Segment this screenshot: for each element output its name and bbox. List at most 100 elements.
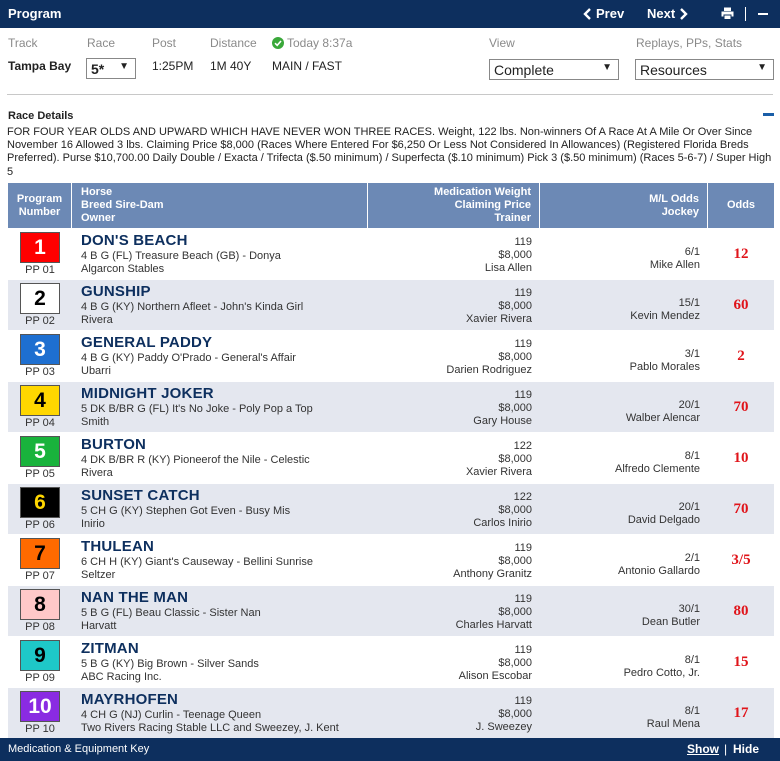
column-medication-line2: Claiming Price xyxy=(454,199,531,211)
program-number-cell: 6 PP 06 xyxy=(8,484,72,535)
chevron-left-icon xyxy=(583,7,591,20)
owner: Inirio xyxy=(81,518,105,530)
post-position: PP 06 xyxy=(25,519,55,531)
column-horse-line2: Breed Sire-Dam xyxy=(81,199,164,211)
horse-name[interactable]: ZITMAN xyxy=(81,640,139,657)
claiming-price: $8,000 xyxy=(498,300,532,312)
distance-label: Distance xyxy=(210,36,257,50)
horse-name[interactable]: MIDNIGHT JOKER xyxy=(81,385,214,402)
owner: Rivera xyxy=(81,314,113,326)
table-row[interactable]: 7 PP 07 THULEAN 6 CH H (KY) Giant's Causewa… xyxy=(8,534,774,585)
show-link[interactable]: Show xyxy=(687,742,719,756)
live-odds: 70 xyxy=(733,501,749,517)
claiming-price: $8,000 xyxy=(498,249,532,261)
post-position: PP 08 xyxy=(25,621,55,633)
track-value: Tampa Bay xyxy=(8,59,72,73)
trainer: Lisa Allen xyxy=(484,262,532,274)
table-row[interactable]: 8 PP 08 NAN THE MAN 5 B G (FL) Beau Classic… xyxy=(8,585,774,636)
print-icon[interactable] xyxy=(721,7,734,20)
trainer: Charles Harvatt xyxy=(455,619,532,631)
breed-sire-dam: 4 B G (KY) Paddy O'Prado - General's Aff… xyxy=(81,352,296,364)
race-status: Today 8:37a xyxy=(272,36,352,50)
program-number-cell: 10 PP 10 xyxy=(8,688,72,739)
column-program-line1: Program xyxy=(16,193,63,205)
weight: 119 xyxy=(514,236,532,248)
race-conditions: FOR FOUR YEAR OLDS AND UPWARD WHICH HAVE… xyxy=(7,126,772,178)
column-ml-line2: Jockey xyxy=(661,206,699,218)
trainer: Alison Escobar xyxy=(458,670,532,682)
caret-down-icon: ▼ xyxy=(119,61,129,72)
horse-name[interactable]: GUNSHIP xyxy=(81,283,151,300)
view-select[interactable]: Complete ▼ xyxy=(489,59,619,80)
horse-name[interactable]: GENERAL PADDY xyxy=(81,334,212,351)
view-select-value: Complete xyxy=(494,62,554,78)
column-medication: Medication Weight Claiming Price Trainer xyxy=(368,183,540,228)
program-number-badge: 5 xyxy=(20,436,60,467)
program-number-cell: 7 PP 07 xyxy=(8,535,72,586)
race-select-value: 5* xyxy=(91,61,105,77)
live-odds: 10 xyxy=(733,450,749,466)
breed-sire-dam: 5 B G (KY) Big Brown - Silver Sands xyxy=(81,658,259,670)
prev-label: Prev xyxy=(596,6,625,21)
caret-down-icon: ▼ xyxy=(602,62,612,73)
program-number-cell: 4 PP 04 xyxy=(8,382,72,433)
entries-table-header: Program Number Horse Breed Sire-Dam Owne… xyxy=(8,183,774,228)
table-row[interactable]: 5 PP 05 BURTON 4 DK B/BR R (KY) Pioneerof t… xyxy=(8,432,774,483)
program-number-badge: 8 xyxy=(20,589,60,620)
distance-value: 1M 40Y xyxy=(210,59,252,73)
weight: 119 xyxy=(514,542,532,554)
horse-name[interactable]: THULEAN xyxy=(81,538,154,555)
jockey: Alfredo Clemente xyxy=(615,463,700,475)
morning-line-odds: 6/1 xyxy=(684,246,700,258)
table-row[interactable]: 9 PP 09 ZITMAN 5 B G (KY) Big Brown - Silve… xyxy=(8,636,774,687)
owner: Algarcon Stables xyxy=(81,263,165,275)
post-position: PP 05 xyxy=(25,468,55,480)
program-number-cell: 9 PP 09 xyxy=(8,637,72,688)
collapse-icon[interactable] xyxy=(763,113,774,116)
table-row[interactable]: 2 PP 02 GUNSHIP 4 B G (KY) Northern Afleet … xyxy=(8,279,774,330)
prev-button[interactable]: Prev xyxy=(583,6,624,21)
post-label: Post xyxy=(152,36,177,50)
breed-sire-dam: 5 B G (FL) Beau Classic - Sister Nan xyxy=(81,607,261,619)
program-number-badge: 4 xyxy=(20,385,60,416)
footer-separator: | xyxy=(724,742,728,756)
table-row[interactable]: 3 PP 03 GENERAL PADDY 4 B G (KY) Paddy O'Pr… xyxy=(8,330,774,381)
minimize-icon[interactable] xyxy=(758,13,768,15)
breed-sire-dam: 4 CH G (NJ) Curlin - Teenage Queen xyxy=(81,709,262,721)
jockey: Pablo Morales xyxy=(629,361,700,373)
table-row[interactable]: 6 PP 06 SUNSET CATCH 5 CH G (KY) Stephen Go… xyxy=(8,483,774,534)
program-number-badge: 6 xyxy=(20,487,60,518)
horse-name[interactable]: SUNSET CATCH xyxy=(81,487,200,504)
trainer: Gary House xyxy=(473,415,532,427)
trainer: Anthony Granitz xyxy=(453,568,532,580)
owner: Ubarri xyxy=(81,365,111,377)
program-number-cell: 8 PP 08 xyxy=(8,586,72,637)
weight: 119 xyxy=(514,593,532,605)
horse-name[interactable]: BURTON xyxy=(81,436,146,453)
owner: Two Rivers Racing Stable LLC and Sweezey… xyxy=(81,722,339,734)
claiming-price: $8,000 xyxy=(498,708,532,720)
resources-select[interactable]: Resources ▼ xyxy=(635,59,774,80)
post-value: 1:25PM xyxy=(152,59,194,73)
weight: 119 xyxy=(514,389,532,401)
next-button[interactable]: Next xyxy=(647,6,688,21)
jockey: David Delgado xyxy=(627,514,700,526)
table-row[interactable]: 10 PP 10 MAYRHOFEN 4 CH G (NJ) Curlin - Tee… xyxy=(8,687,774,738)
surface-value: MAIN / FAST xyxy=(272,59,343,73)
table-row[interactable]: 1 PP 01 DON'S BEACH 4 B G (FL) Treasure Bea… xyxy=(8,228,774,279)
horse-name[interactable]: NAN THE MAN xyxy=(81,589,188,606)
morning-line-odds: 20/1 xyxy=(678,399,700,411)
horse-name[interactable]: MAYRHOFEN xyxy=(81,691,178,708)
owner: Rivera xyxy=(81,467,113,479)
race-status-text: Today 8:37a xyxy=(287,36,353,50)
top-bar: Program Prev Next xyxy=(0,0,780,28)
table-row[interactable]: 4 PP 04 MIDNIGHT JOKER 5 DK B/BR G (FL) It'… xyxy=(8,381,774,432)
live-odds: 80 xyxy=(733,603,749,619)
program-number-badge: 1 xyxy=(20,232,60,263)
race-select[interactable]: 5* ▼ xyxy=(86,58,136,79)
hide-link[interactable]: Hide xyxy=(733,742,759,756)
horse-name[interactable]: DON'S BEACH xyxy=(81,232,188,249)
breed-sire-dam: 4 DK B/BR R (KY) Pioneerof the Nile - Ce… xyxy=(81,454,310,466)
weight: 119 xyxy=(514,287,532,299)
program-number-cell: 1 PP 01 xyxy=(8,229,72,280)
